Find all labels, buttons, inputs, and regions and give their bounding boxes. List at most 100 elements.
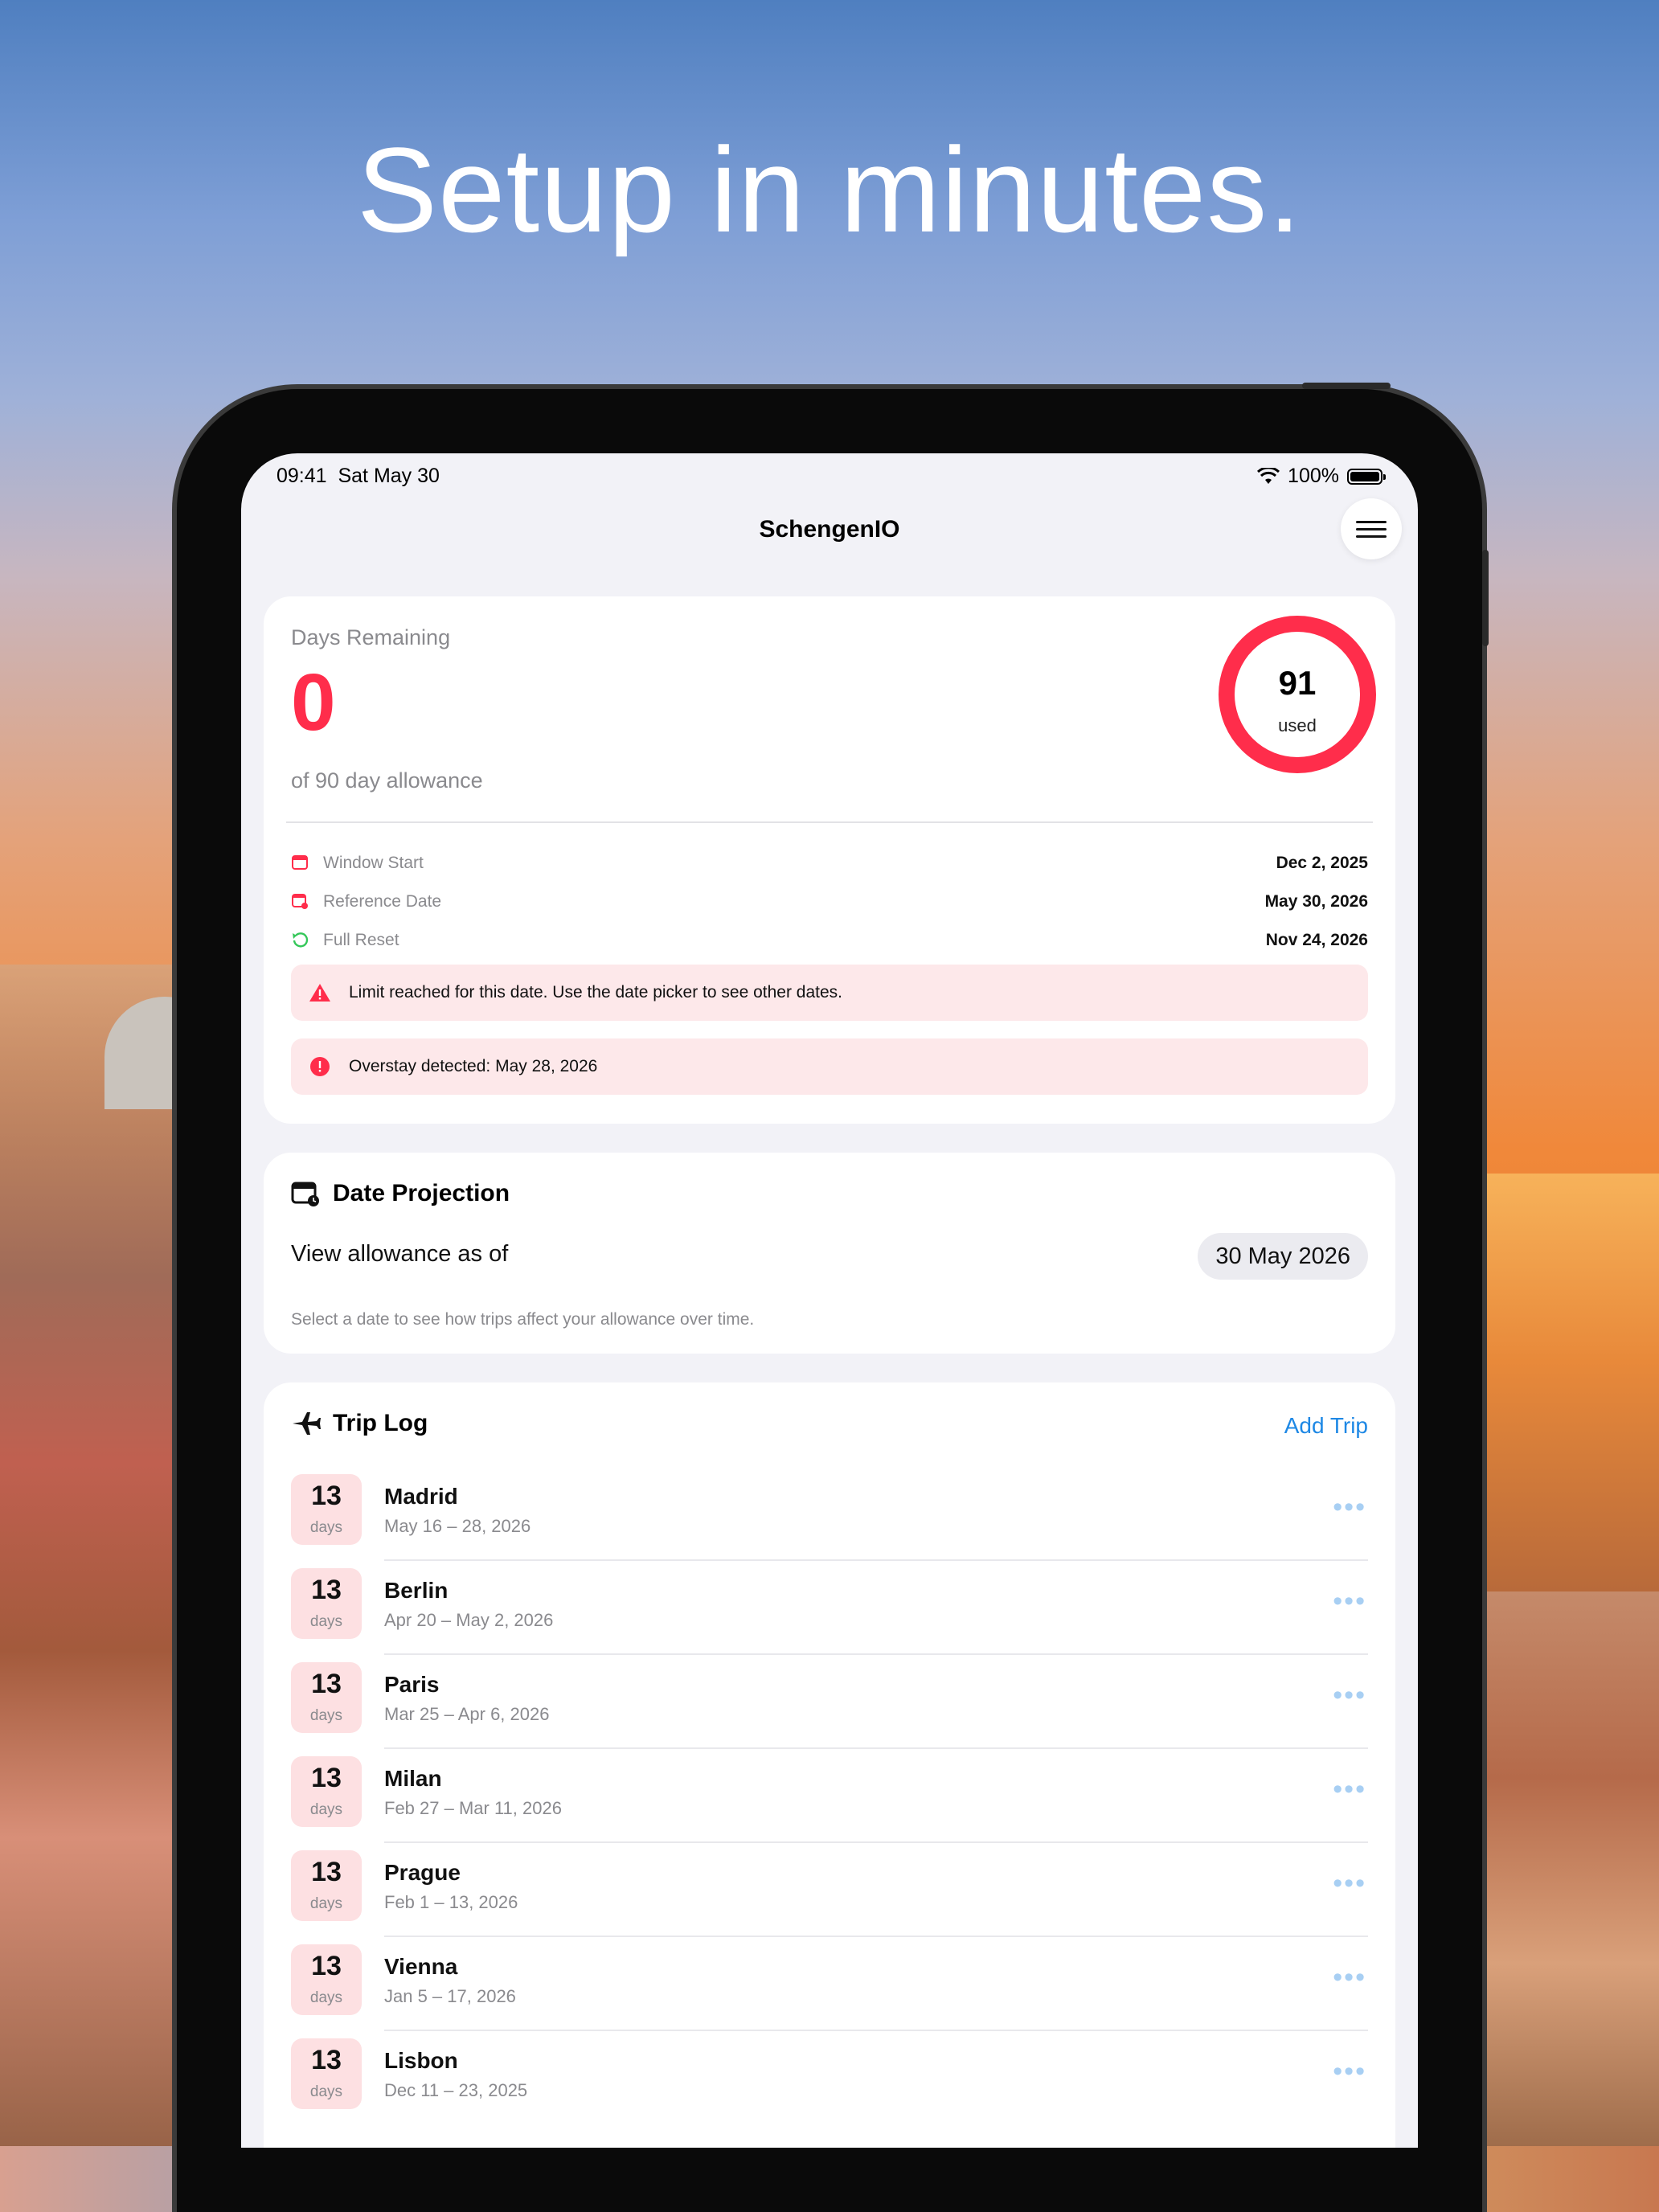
volume-button <box>1482 550 1489 646</box>
ellipsis-icon[interactable]: ••• <box>1333 1680 1366 1711</box>
row-divider <box>384 1747 1368 1749</box>
full-reset-value: Nov 24, 2026 <box>1265 931 1368 949</box>
trip-dates: Feb 1 – 13, 2026 <box>384 1892 518 1912</box>
add-trip-button[interactable]: Add Trip <box>1284 1413 1368 1439</box>
ellipsis-icon[interactable]: ••• <box>1333 2056 1366 2087</box>
date-projection-card: Date Projection View allowance as of 30 … <box>264 1153 1395 1354</box>
window-start-row: Window Start Dec 2, 2025 <box>291 849 1368 878</box>
trip-days-value: 13 <box>311 1669 342 1699</box>
ellipsis-icon[interactable]: ••• <box>1333 1492 1366 1523</box>
trip-row[interactable]: 13 days Vienna Jan 5 – 17, 2026 ••• <box>291 1944 1368 2038</box>
calendar-clock-icon <box>291 1182 319 1206</box>
trip-days-badge: 13 days <box>291 1756 362 1827</box>
days-used-label: used <box>1278 715 1317 735</box>
trip-dates: Jan 5 – 17, 2026 <box>384 1986 516 2006</box>
top-button <box>1302 383 1391 389</box>
status-bar: 09:41 Sat May 30 100% <box>241 453 1418 505</box>
trip-days-unit: days <box>309 1895 343 1912</box>
divider <box>286 821 1373 823</box>
headline: Setup in minutes. <box>357 122 1302 257</box>
trip-row[interactable]: 13 days Prague Feb 1 – 13, 2026 ••• <box>291 1850 1368 1944</box>
reference-date-label: Reference Date <box>323 892 442 911</box>
trip-row[interactable]: 13 days Paris Mar 25 – Apr 6, 2026 ••• <box>291 1662 1368 1756</box>
limit-reached-text: Limit reached for this date. Use the dat… <box>349 983 843 1002</box>
trip-dates: Feb 27 – Mar 11, 2026 <box>384 1798 562 1818</box>
full-reset-label: Full Reset <box>323 931 399 949</box>
window-start-value: Dec 2, 2025 <box>1276 854 1368 872</box>
trip-days-value: 13 <box>311 1857 342 1887</box>
trip-days-unit: days <box>309 1989 343 2006</box>
trip-dates: May 16 – 28, 2026 <box>384 1516 531 1536</box>
reference-date-row: Reference Date May 30, 2026 <box>291 887 1368 916</box>
app-screen: 09:41 Sat May 30 100% SchengenIO Days Re… <box>241 453 1418 2148</box>
trip-days-value: 13 <box>311 1481 342 1511</box>
menu-line <box>1356 527 1387 530</box>
allowance-label: of 90 day allowance <box>291 768 483 793</box>
trip-days-value: 13 <box>311 1951 342 1981</box>
ellipsis-icon[interactable]: ••• <box>1333 1586 1366 1617</box>
days-used-ring: 91 used <box>1219 616 1376 773</box>
ellipsis-icon[interactable]: ••• <box>1333 1962 1366 1993</box>
trip-row[interactable]: 13 days Madrid May 16 – 28, 2026 ••• <box>291 1474 1368 1568</box>
trip-row[interactable]: 13 days Milan Feb 27 – Mar 11, 2026 ••• <box>291 1756 1368 1850</box>
trip-row[interactable]: 13 days Lisbon Dec 11 – 23, 2025 ••• <box>291 2038 1368 2132</box>
warning-triangle-icon <box>309 984 330 1002</box>
trip-days-unit: days <box>309 1613 343 1630</box>
ellipsis-icon[interactable]: ••• <box>1333 1868 1366 1899</box>
trip-days-badge: 13 days <box>291 1662 362 1733</box>
date-projection-title: Date Projection <box>333 1180 510 1206</box>
reference-date-value: May 30, 2026 <box>1264 892 1368 911</box>
trip-dates: Apr 20 – May 2, 2026 <box>384 1610 554 1630</box>
background-town-right <box>1474 1591 1659 2212</box>
battery-percent: 100% <box>1288 465 1339 487</box>
trip-city: Lisbon <box>384 2048 458 2073</box>
trip-dates: Dec 11 – 23, 2025 <box>384 2080 528 2100</box>
days-remaining-value: 0 <box>291 657 336 748</box>
battery-icon <box>1347 468 1386 485</box>
row-divider <box>384 1936 1368 1937</box>
trip-days-value: 13 <box>311 2045 342 2075</box>
trip-days-badge: 13 days <box>291 1474 362 1545</box>
trip-days-badge: 13 days <box>291 2038 362 2109</box>
allowance-summary-card: Days Remaining 0 of 90 day allowance 91 … <box>264 596 1395 1124</box>
projection-note: Select a date to see how trips affect yo… <box>291 1310 755 1329</box>
date-picker-button[interactable]: 30 May 2026 <box>1198 1233 1368 1280</box>
status-right: 100% <box>1257 465 1386 488</box>
row-divider <box>384 1653 1368 1655</box>
trip-days-badge: 13 days <box>291 1850 362 1921</box>
trip-log-card: Trip Log Add Trip 13 days Madrid May 16 … <box>264 1382 1395 2148</box>
row-divider <box>384 2030 1368 2031</box>
app-title: SchengenIO <box>759 516 900 543</box>
ellipsis-icon[interactable]: ••• <box>1333 1774 1366 1805</box>
hamburger-menu-button[interactable] <box>1341 498 1402 559</box>
trip-days-value: 13 <box>311 1575 342 1605</box>
trip-days-value: 13 <box>311 1763 342 1793</box>
days-used-value: 91 <box>1278 664 1317 702</box>
trip-days-badge: 13 days <box>291 1944 362 2015</box>
trip-city: Prague <box>384 1860 461 1885</box>
trip-days-unit: days <box>309 1707 343 1724</box>
trip-days-unit: days <box>309 1801 343 1818</box>
trip-city: Milan <box>384 1766 442 1791</box>
wifi-icon <box>1257 467 1280 484</box>
trip-log-header: Trip Log <box>291 1410 428 1437</box>
trip-row[interactable]: 13 days Berlin Apr 20 – May 2, 2026 ••• <box>291 1568 1368 1662</box>
calendar-badge-icon <box>292 894 308 909</box>
row-divider <box>384 1841 1368 1843</box>
status-time: 09:41 <box>276 465 327 487</box>
window-start-label: Window Start <box>323 854 424 872</box>
trip-days-badge: 13 days <box>291 1568 362 1639</box>
calendar-icon <box>292 855 308 870</box>
status-date: Sat May 30 <box>338 465 440 487</box>
date-projection-header: Date Projection <box>291 1180 510 1207</box>
reset-arrow-icon <box>293 932 309 948</box>
overstay-text: Overstay detected: May 28, 2026 <box>349 1057 598 1075</box>
trip-city: Vienna <box>384 1954 458 1979</box>
tablet-frame: 09:41 Sat May 30 100% SchengenIO Days Re… <box>177 383 1489 2212</box>
trip-city: Paris <box>384 1672 440 1697</box>
exclamation-circle-icon <box>310 1057 330 1076</box>
trip-days-unit: days <box>309 2083 343 2100</box>
trip-log-title: Trip Log <box>333 1410 428 1436</box>
menu-line <box>1356 535 1387 538</box>
overstay-alert: Overstay detected: May 28, 2026 <box>291 1038 1368 1095</box>
